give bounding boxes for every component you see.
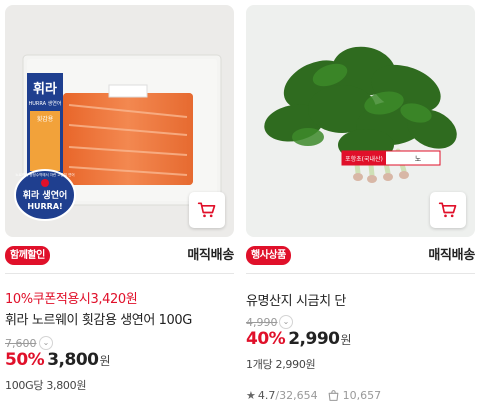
- add-to-cart-button[interactable]: [189, 192, 225, 228]
- package-brand: 휘라: [33, 81, 57, 97]
- product-title[interactable]: 유명산지 시금치 단: [246, 290, 346, 309]
- discount-rate: 40%: [246, 329, 286, 349]
- band-label: 포항초(국내산): [345, 155, 383, 163]
- sale-price: 2,990: [288, 329, 340, 349]
- price-row: 40% 2,990원: [246, 329, 352, 349]
- unit-price: 100G당 3,800원: [5, 379, 87, 392]
- original-price: 7,600: [5, 337, 37, 350]
- svg-text:노: 노: [415, 155, 422, 163]
- buy-count: 10,657: [342, 389, 382, 402]
- original-price: 4,990: [246, 316, 278, 329]
- svg-text:노르웨이 청정수역에서 자란 고품질 연어: 노르웨이 청정수역에서 자란 고품질 연어: [15, 172, 74, 177]
- promo-badge: 행사상품: [246, 246, 291, 265]
- currency: 원: [340, 333, 352, 347]
- chevron-down-icon[interactable]: ⌄: [279, 315, 293, 329]
- svg-text:HURRA 생연어: HURRA 생연어: [29, 100, 62, 107]
- add-to-cart-button[interactable]: [430, 192, 466, 228]
- cart-icon: [197, 202, 216, 218]
- coupon-price: 10%쿠폰적용시3,420원: [5, 292, 138, 307]
- review-count: 32,654: [279, 389, 318, 402]
- delivery-label: 매직배송: [428, 248, 475, 263]
- svg-text:HURRA!: HURRA!: [27, 202, 62, 211]
- currency: 원: [99, 354, 111, 368]
- badge-row: 행사상품 매직배송: [246, 245, 475, 269]
- chevron-down-icon[interactable]: ⌄: [39, 336, 53, 350]
- price-row: 50% 3,800원: [5, 350, 111, 370]
- badge-row: 함께할인 매직배송: [5, 245, 234, 269]
- review-row[interactable]: ★ 4.7/32,654 10,657: [246, 389, 381, 402]
- product-card[interactable]: 휘라 HURRA 생연어 횟감용 노르웨이 청정수역에서 자란 고품질 연어 휘…: [5, 5, 234, 403]
- rating: 4.7: [257, 389, 276, 402]
- cart-icon: [438, 202, 457, 218]
- sale-price: 3,800: [47, 350, 99, 370]
- divider: [246, 273, 475, 274]
- product-title[interactable]: 휘라 노르웨이 횟감용 생연어 100G: [5, 309, 192, 328]
- shopping-bag-icon: [327, 389, 340, 402]
- unit-price: 1개당 2,990원: [246, 358, 316, 371]
- promo-badge: 함께할인: [5, 246, 50, 265]
- svg-text:횟감용: 횟감용: [37, 115, 54, 123]
- star-icon: ★: [246, 389, 256, 402]
- sticker-title: 휘라 생연어: [23, 189, 68, 201]
- product-image[interactable]: 포항초(국내산) 노: [246, 5, 475, 237]
- product-image[interactable]: 휘라 HURRA 생연어 횟감용 노르웨이 청정수역에서 자란 고품질 연어 휘…: [5, 5, 234, 237]
- discount-rate: 50%: [5, 350, 45, 370]
- delivery-label: 매직배송: [187, 248, 234, 263]
- divider: [5, 273, 234, 274]
- product-card[interactable]: 포항초(국내산) 노 행사상품 매직배송 유명산지 시금치 단 4,990 ⌄ …: [246, 5, 475, 403]
